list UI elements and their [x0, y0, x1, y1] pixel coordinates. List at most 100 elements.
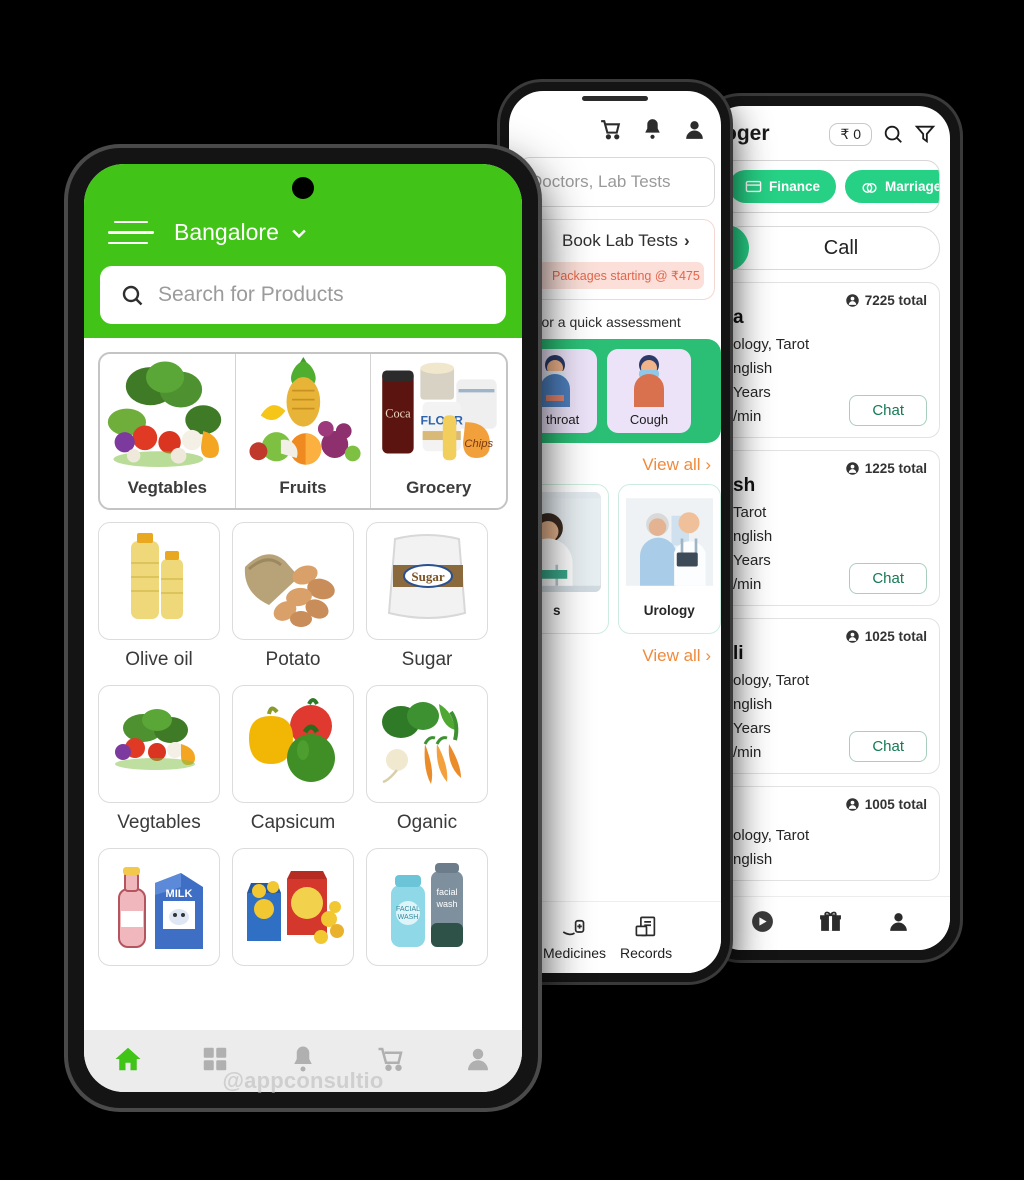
svg-text:wash: wash [435, 899, 457, 909]
total-label: 7225 total [864, 293, 927, 308]
svg-text:Coca: Coca [386, 406, 412, 420]
product-image: FACIAL WASH facial wash [366, 848, 488, 966]
category-cell-vegtables[interactable]: Vegtables [100, 354, 235, 508]
product-item[interactable]: Sugar Sugar [366, 522, 488, 671]
astrologer-languages: nglish [733, 528, 773, 545]
orders-icon [845, 462, 859, 475]
lab-offer-badge: Packages starting @ ₹475 [530, 262, 704, 289]
grocery-phone: Bangalore Search for Products Vegtables … [68, 148, 538, 1108]
order-total: 1025 total [845, 629, 927, 644]
sore-throat-illustration [540, 355, 570, 407]
product-item[interactable] [232, 848, 354, 975]
order-total: 1225 total [845, 461, 927, 476]
bell-icon[interactable] [640, 117, 665, 147]
product-label: Oganic [396, 812, 458, 833]
svg-text:MILK: MILK [166, 888, 193, 900]
video-icon[interactable] [750, 909, 775, 939]
astrologer-card[interactable]: 1025 total li ology, Tarot nglish Years … [720, 618, 940, 774]
total-label: 1025 total [864, 629, 927, 644]
grocery-image: Coca FLOUR Chips [371, 354, 506, 478]
product-grid: Olive oil Potato Sugar Sugar Vegtables C… [84, 510, 522, 975]
records-icon [635, 916, 655, 937]
chevron-down-icon [292, 229, 306, 238]
specialty-image [625, 492, 713, 592]
product-item[interactable]: MILK [98, 848, 220, 975]
symptoms-subtitle: ms for a quick assessment [515, 314, 681, 330]
astrologer-card[interactable]: 1225 total sh Tarot nglish Years /min Ch… [720, 450, 940, 606]
product-label: Capsicum [250, 812, 336, 833]
category-strip: Vegtables Fruits Coca FLOUR Chips Grocer… [98, 352, 508, 510]
orders-icon [845, 294, 859, 307]
book-lab-tests-card[interactable]: Book Lab Tests › Packages starting @ ₹47… [519, 219, 715, 300]
health-bottom-nav: Medicines Records [509, 901, 721, 973]
product-item[interactable]: Oganic [366, 685, 488, 834]
astrology-phone: oger ₹ 0 Finance Marriage Call 7225 tota… [700, 96, 960, 960]
lab-title-text: Book Lab Tests [562, 231, 678, 250]
astrologer-card[interactable]: 1005 total ology, Tarot nglish [720, 786, 940, 881]
nav-item-records[interactable]: Records [620, 914, 672, 961]
category-cell-fruits[interactable]: Fruits [234, 354, 371, 508]
search-input[interactable]: Search for Products [100, 266, 506, 324]
product-label: Sugar [401, 649, 453, 670]
person-icon[interactable] [682, 117, 707, 147]
astrologer-skills: ology, Tarot [733, 336, 810, 353]
grocery-screen: Bangalore Search for Products Vegtables … [84, 164, 522, 1092]
order-total: 7225 total [845, 293, 927, 308]
astrology-bottom-nav [710, 896, 950, 950]
product-item[interactable]: Potato [232, 522, 354, 671]
search-icon[interactable] [882, 123, 904, 145]
wallet-balance[interactable]: ₹ 0 [829, 122, 872, 146]
product-image [366, 685, 488, 803]
page-title: oger [724, 122, 770, 145]
symptom-tile-cough[interactable]: Cough [607, 349, 691, 433]
product-image [98, 522, 220, 640]
orders-icon [845, 798, 859, 811]
phone-camera [292, 177, 314, 199]
person-icon[interactable] [886, 909, 911, 939]
svg-text:WASH: WASH [398, 914, 419, 921]
chat-button[interactable]: Chat [849, 395, 927, 426]
chat-button[interactable]: Chat [849, 563, 927, 594]
product-image [232, 685, 354, 803]
astrologer-card[interactable]: 7225 total a ology, Tarot nglish Years /… [720, 282, 940, 438]
category-chips: Finance Marriage [720, 160, 940, 213]
product-image [232, 848, 354, 966]
cart-icon[interactable] [598, 117, 623, 147]
screenshot-stage: oger ₹ 0 Finance Marriage Call 7225 tota… [0, 0, 1024, 1180]
nav-label: Records [620, 945, 673, 961]
search-placeholder: Doctors, Lab Tests [530, 172, 671, 191]
view-all-label: View all [642, 646, 701, 665]
product-label: Vegtables [117, 812, 201, 833]
astrologer-skills: ology, Tarot [733, 827, 810, 844]
svg-text:Sugar: Sugar [411, 569, 444, 584]
category-label: Vegtables [127, 478, 208, 497]
specialties-row: s Urology [509, 484, 721, 634]
health-search-input[interactable]: Doctors, Lab Tests [519, 157, 715, 207]
call-tab-label[interactable]: Call [721, 237, 939, 260]
product-item[interactable]: Capsicum [232, 685, 354, 834]
filter-icon[interactable] [914, 123, 936, 145]
product-image [232, 522, 354, 640]
chevron-right-icon: › [705, 646, 711, 665]
product-label: Potato [265, 649, 321, 670]
gift-icon[interactable] [818, 909, 843, 939]
product-item[interactable]: Olive oil [98, 522, 220, 671]
product-item[interactable]: Vegtables [98, 685, 220, 834]
specialties-view-all[interactable]: View all › [509, 634, 721, 666]
city-selector[interactable]: Bangalore [174, 219, 309, 246]
astrologer-name: sh [733, 475, 756, 496]
specialty-card[interactable]: Urology [617, 484, 721, 634]
chat-button[interactable]: Chat [849, 731, 927, 762]
watermark: @appconsultio [222, 1068, 384, 1093]
symptoms-view-all[interactable]: View all › [509, 443, 721, 475]
chip-finance[interactable]: Finance [729, 170, 837, 203]
category-label: Grocery [406, 478, 472, 497]
astrologer-languages: nglish [733, 851, 773, 868]
product-item[interactable]: FACIAL WASH facial wash [366, 848, 488, 975]
hamburger-menu-icon[interactable] [108, 220, 154, 245]
category-cell-grocery[interactable]: Coca FLOUR Chips Grocery [370, 354, 506, 508]
specialty-label: s [552, 603, 561, 618]
nav-item-medicines[interactable]: Medicines [543, 914, 606, 961]
chip-marriage[interactable]: Marriage [845, 170, 939, 203]
call-chat-toggle[interactable]: Call [710, 225, 940, 271]
